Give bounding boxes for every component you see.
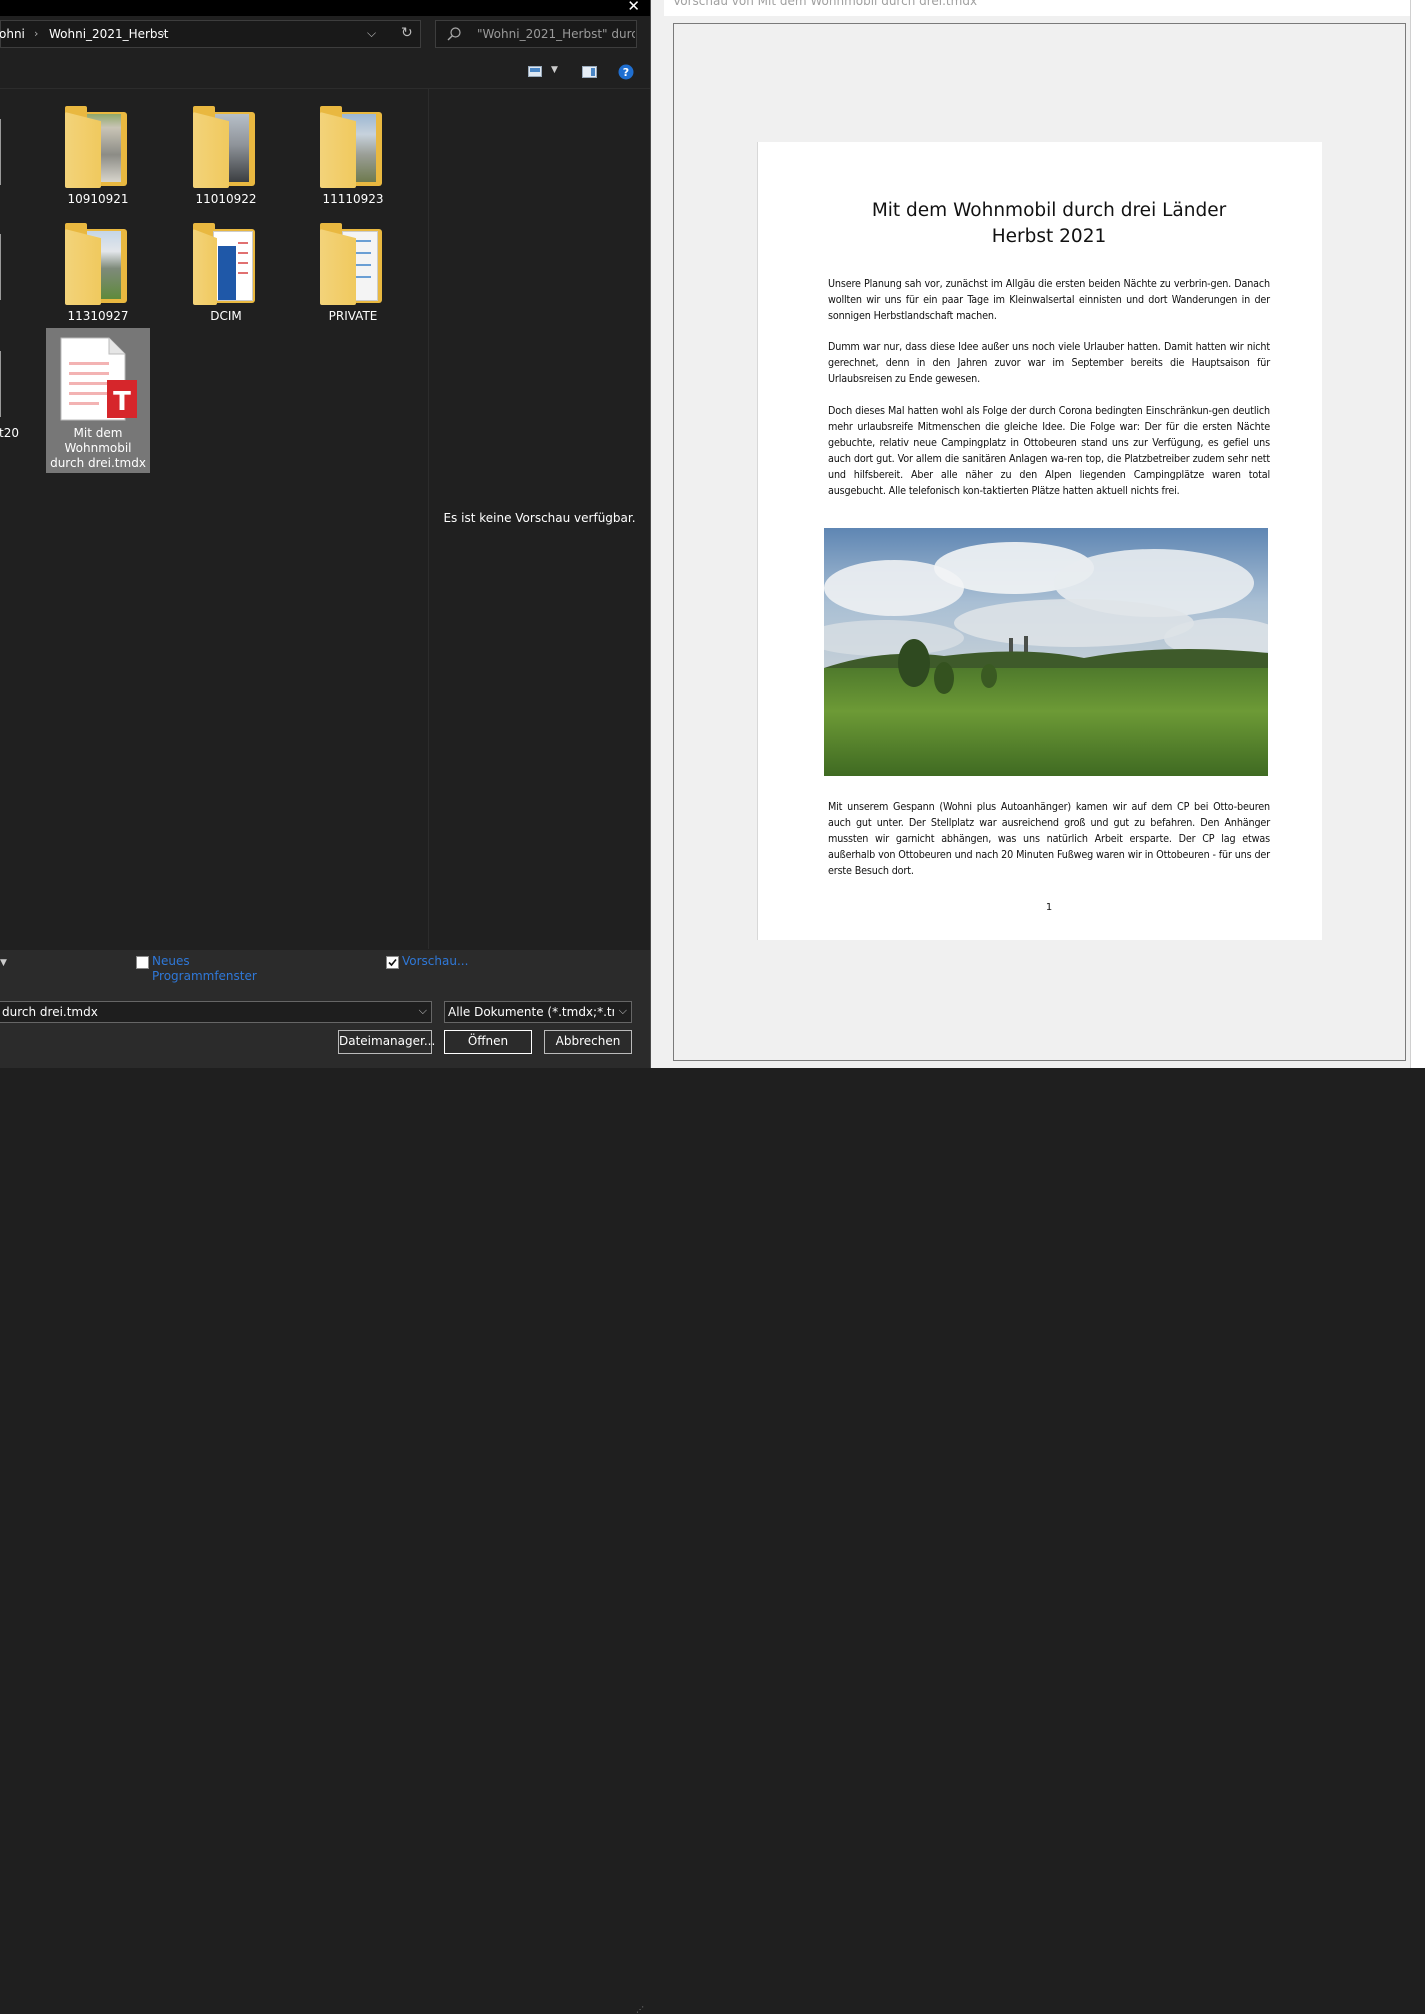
document-title: Mit dem Wohnmobil durch drei Länder Herb… bbox=[758, 198, 1340, 250]
chevron-down-icon[interactable]: ▼ bbox=[0, 958, 7, 968]
filename-value: durch drei.tmdx bbox=[2, 1005, 98, 1019]
landscape-photo bbox=[824, 528, 1268, 776]
preview-scroll-edge[interactable] bbox=[1410, 0, 1425, 1068]
item-label: PRIVATE bbox=[328, 309, 378, 323]
file-manager-button[interactable]: Dateimanager... bbox=[338, 1030, 435, 1054]
chevron-down-icon[interactable]: ⌵ bbox=[367, 26, 376, 41]
paragraph: Dumm war nur, dass diese Idee außer uns … bbox=[828, 340, 1270, 385]
search-placeholder: "Wohni_2021_Herbst" durch... bbox=[477, 27, 635, 41]
tmdx-file-icon: T bbox=[60, 337, 137, 421]
help-icon[interactable]: ? bbox=[618, 64, 634, 80]
partial-item[interactable] bbox=[0, 119, 1, 185]
toolbar: ▼ ? bbox=[0, 56, 650, 89]
selected-file-item[interactable]: T Mit dem Wohnmobil durch drei.tmdx bbox=[46, 328, 150, 473]
preview-label[interactable]: Vorschau... bbox=[402, 954, 468, 969]
new-window-label[interactable]: Neues Programmfenster bbox=[152, 954, 272, 984]
partial-item-label: t20 bbox=[0, 426, 19, 440]
folder-icon bbox=[320, 221, 386, 307]
dialog-preview-pane: Es ist keine Vorschau verfügbar. bbox=[429, 89, 650, 949]
svg-text:T: T bbox=[113, 387, 131, 417]
chevron-down-icon[interactable]: ⌵ bbox=[419, 1004, 427, 1018]
folder-item[interactable]: 11110923 bbox=[301, 104, 405, 207]
folder-icon bbox=[65, 221, 131, 307]
folder-item[interactable]: 10910921 bbox=[46, 104, 150, 207]
preview-pane-icon[interactable] bbox=[582, 66, 597, 78]
item-label: 11310927 bbox=[67, 309, 129, 323]
breadcrumb-parent[interactable]: ohni bbox=[0, 27, 25, 41]
preview-checkbox[interactable] bbox=[386, 956, 399, 969]
new-window-checkbox[interactable] bbox=[136, 956, 149, 969]
search-input[interactable]: "Wohni_2021_Herbst" durch... bbox=[435, 20, 637, 48]
filetype-value: Alle Dokumente (*.tmdx;*.tmvx bbox=[448, 1005, 614, 1019]
chevron-right-icon[interactable]: › bbox=[161, 27, 165, 40]
paragraph: Unsere Planung sah vor, zunächst im Allg… bbox=[828, 277, 1270, 322]
page-number: 1 bbox=[1045, 902, 1053, 913]
item-label: DCIM bbox=[210, 309, 242, 323]
folder-icon bbox=[193, 221, 259, 307]
dialog-titlebar: ✕ bbox=[0, 0, 650, 16]
folder-icon bbox=[320, 104, 386, 190]
folder-icon bbox=[193, 104, 259, 190]
title-line-1: Mit dem Wohnmobil durch drei Länder bbox=[871, 200, 1227, 221]
preview-window-title: Vorschau von Mit dem Wohnmobil durch dre… bbox=[673, 0, 978, 8]
view-icon[interactable] bbox=[528, 66, 542, 77]
partial-item[interactable] bbox=[0, 234, 1, 300]
item-label: 10910921 bbox=[67, 192, 129, 206]
file-open-dialog: ✕ ohni › Wohni_2021_Herbst › ⌵ ↻ "Wohni_… bbox=[0, 0, 650, 2014]
file-list: t20 10910921 11010922 11110923 11310927 … bbox=[0, 89, 428, 949]
item-label: 11010922 bbox=[195, 192, 257, 206]
resize-grip-icon[interactable]: ⋰ bbox=[636, 2005, 644, 2014]
folder-item[interactable]: 11010922 bbox=[174, 104, 278, 207]
breadcrumb-current[interactable]: Wohni_2021_Herbst bbox=[49, 27, 169, 41]
partial-item[interactable] bbox=[0, 351, 1, 417]
cancel-button[interactable]: Abbrechen bbox=[544, 1030, 632, 1054]
svg-text:?: ? bbox=[623, 66, 629, 79]
no-preview-message: Es ist keine Vorschau verfügbar. bbox=[443, 511, 636, 525]
filetype-select[interactable]: Alle Dokumente (*.tmdx;*.tmvx ⌵ bbox=[444, 1001, 632, 1023]
title-line-2: Herbst 2021 bbox=[991, 226, 1107, 247]
open-button[interactable]: Öffnen bbox=[444, 1030, 532, 1054]
close-icon[interactable]: ✕ bbox=[627, 0, 640, 15]
folder-item[interactable]: 11310927 bbox=[46, 221, 150, 324]
paragraph: Mit unserem Gespann (Wohni plus Autoanhä… bbox=[828, 800, 1270, 877]
document-thumbnail bbox=[213, 231, 253, 301]
item-label: Mit dem Wohnmobil durch drei.tmdx bbox=[50, 426, 146, 470]
paragraph: Doch dieses Mal hatten wohl als Folge de… bbox=[828, 404, 1270, 497]
filename-field[interactable]: durch drei.tmdx ⌵ bbox=[0, 1001, 432, 1023]
folder-item[interactable]: PRIVATE bbox=[301, 221, 405, 324]
item-label: 11110923 bbox=[322, 192, 384, 206]
dialog-footer: ▼ Neues Programmfenster Vorschau... durc… bbox=[0, 950, 650, 2014]
document-page: Mit dem Wohnmobil durch drei Länder Herb… bbox=[757, 142, 1322, 940]
refresh-icon[interactable]: ↻ bbox=[401, 25, 413, 41]
folder-item[interactable]: DCIM bbox=[174, 221, 278, 324]
folder-icon bbox=[65, 104, 131, 190]
chevron-right-icon[interactable]: › bbox=[34, 27, 38, 40]
address-bar[interactable]: ohni › Wohni_2021_Herbst › ⌵ ↻ bbox=[0, 20, 421, 48]
chevron-down-icon[interactable]: ⌵ bbox=[619, 1004, 627, 1018]
checkmark-icon bbox=[388, 958, 397, 967]
view-dropdown-icon[interactable]: ▼ bbox=[551, 65, 558, 75]
search-icon bbox=[447, 27, 461, 41]
